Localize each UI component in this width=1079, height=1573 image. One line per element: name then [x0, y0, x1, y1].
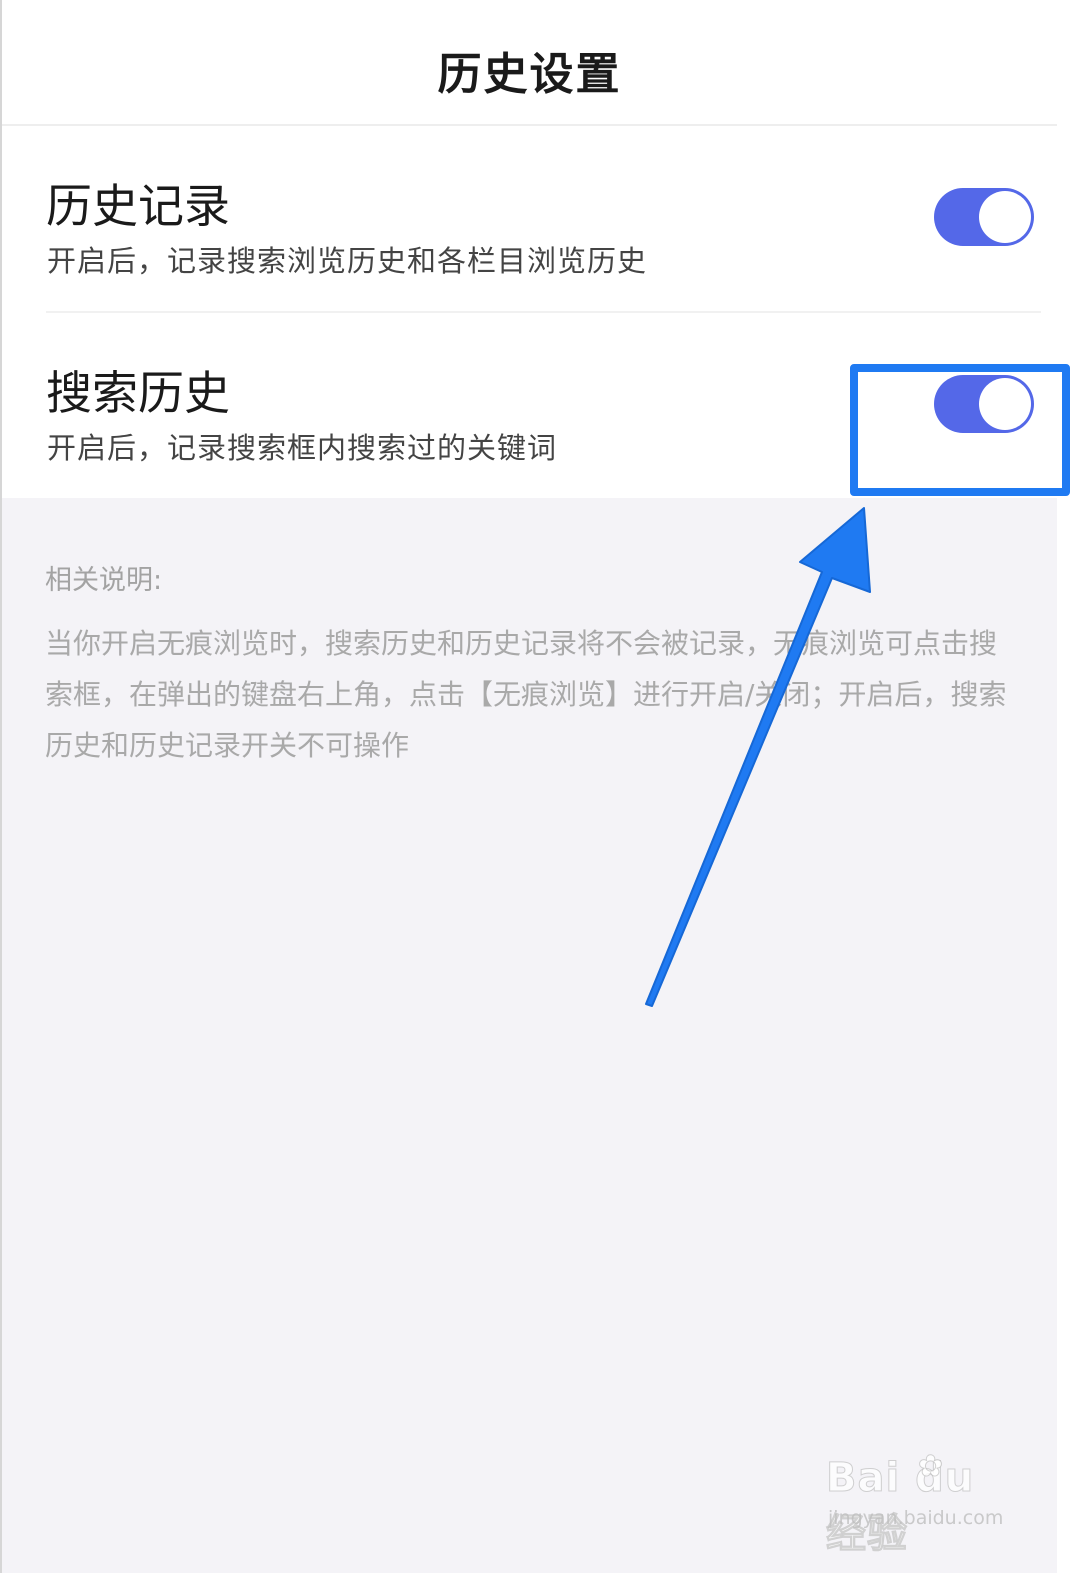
setting-row-search-history: 搜索历史 开启后，记录搜索框内搜索过的关键词 [2, 313, 1057, 498]
setting-description: 开启后，记录搜索框内搜索过的关键词 [47, 431, 558, 465]
info-section: 相关说明: 当你开启无痕浏览时，搜索历史和历史记录将不会被记录，无痕浏览可点击搜… [2, 498, 1057, 1573]
title-bar: 历史设置 [2, 0, 1057, 126]
toggle-knob [979, 191, 1031, 243]
history-record-toggle[interactable] [934, 188, 1034, 246]
setting-label: 搜索历史 [46, 366, 230, 420]
setting-row-history: 历史记录 开启后，记录搜索浏览历史和各栏目浏览历史 [2, 126, 1057, 312]
setting-label: 历史记录 [46, 179, 230, 233]
settings-page: 历史设置 历史记录 开启后，记录搜索浏览历史和各栏目浏览历史 搜索历史 开启后，… [0, 0, 1057, 1573]
search-history-toggle[interactable] [934, 375, 1034, 433]
toggle-knob [979, 378, 1031, 430]
info-body: 当你开启无痕浏览时，搜索历史和历史记录将不会被记录，无痕浏览可点击搜索框，在弹出… [45, 627, 1007, 762]
setting-description: 开启后，记录搜索浏览历史和各栏目浏览历史 [47, 244, 648, 278]
info-heading: 相关说明: [45, 565, 163, 596]
page-title: 历史设置 [437, 49, 622, 100]
